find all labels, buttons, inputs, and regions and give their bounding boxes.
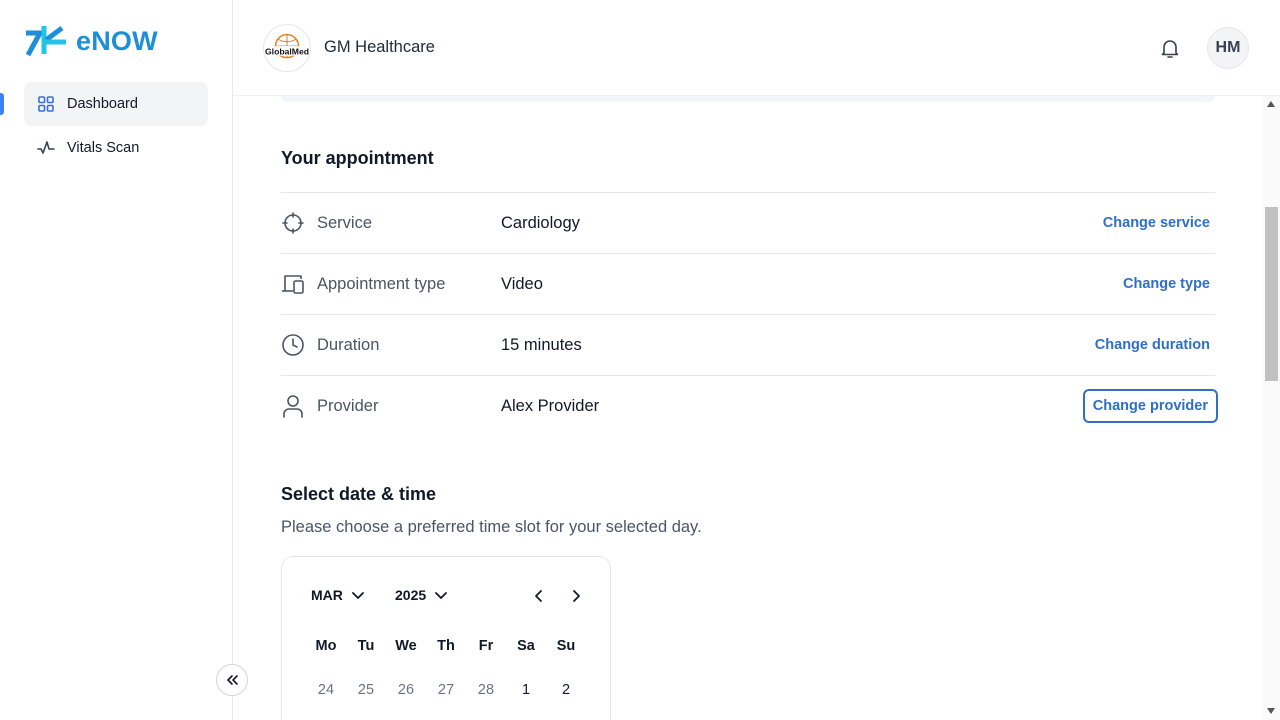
calendar-day[interactable]: 27 [426, 682, 466, 698]
weekday-header: We [395, 638, 417, 654]
sidebar-nav: Dashboard Vitals Scan [24, 82, 208, 170]
month-value: MAR [311, 587, 343, 603]
appointment-row-provider: Provider Alex Provider Change provider [281, 375, 1218, 436]
appointment-row-service: Service Cardiology Change service [281, 192, 1215, 253]
row-value: 15 minutes [501, 335, 582, 354]
schedule-title: Select date & time [281, 484, 437, 504]
notifications-button[interactable] [1158, 36, 1182, 60]
calendar-day[interactable]: 26 [386, 682, 426, 698]
appointment-row-duration: Duration 15 minutes Change duration [281, 314, 1215, 375]
schedule-subtitle: Please choose a preferred time slot for … [281, 518, 702, 536]
calendar-day[interactable]: 25 [346, 682, 386, 698]
card-edge [281, 96, 1215, 102]
row-label: Duration [317, 335, 380, 354]
pulse-icon [37, 139, 55, 157]
year-select[interactable]: 2025 [395, 587, 448, 603]
change-type-button[interactable]: Change type [1123, 276, 1210, 292]
change-provider-button[interactable]: Change provider [1082, 389, 1218, 423]
sidebar-item-dashboard[interactable]: Dashboard [24, 82, 208, 126]
weekday-header: Sa [517, 638, 535, 654]
calendar-day[interactable]: 1 [506, 682, 546, 698]
next-month-button[interactable] [566, 586, 586, 606]
bell-icon [1161, 40, 1179, 58]
chevron-right-icon [573, 590, 580, 602]
appointment-row-type: Appointment type Video Change type [281, 253, 1215, 314]
org-logo: GlobalMed [263, 24, 311, 72]
svg-text:GlobalMed: GlobalMed [265, 47, 309, 57]
dashboard-grid-icon [37, 95, 55, 113]
main-content: Your appointment Service Cardiology Chan… [233, 96, 1263, 720]
scroll-down-arrow[interactable] [1267, 708, 1275, 714]
calendar-day[interactable]: 2 [546, 682, 586, 698]
crosshair-icon [281, 211, 305, 235]
collapse-sidebar-button[interactable] [216, 664, 248, 696]
change-service-button[interactable]: Change service [1103, 215, 1210, 231]
page-scrollbar[interactable] [1263, 96, 1280, 720]
scroll-thumb[interactable] [1265, 207, 1278, 381]
user-avatar[interactable]: HM [1207, 27, 1249, 69]
calendar-day[interactable]: 28 [466, 682, 506, 698]
devices-icon [281, 272, 305, 296]
row-label: Service [317, 213, 373, 232]
org-name: GM Healthcare [324, 38, 435, 56]
sidebar-item-vitals-scan[interactable]: Vitals Scan [24, 126, 208, 170]
user-icon [281, 394, 305, 418]
sidebar-item-label: Dashboard [67, 96, 138, 112]
brand-name: eNOW [76, 25, 158, 56]
sidebar: eNOW Dashboard Vitals Scan [0, 0, 233, 720]
brand-logo[interactable]: eNOW [24, 24, 158, 58]
month-select[interactable]: MAR [311, 587, 365, 603]
weekday-header: Th [437, 638, 455, 654]
calendar-day[interactable]: 24 [306, 682, 346, 698]
row-value: Alex Provider [501, 396, 600, 415]
top-header: GlobalMed GM Healthcare HM [233, 0, 1280, 96]
sidebar-item-label: Vitals Scan [67, 140, 140, 156]
clock-icon [281, 333, 305, 357]
chevron-down-icon [351, 592, 364, 599]
row-value: Video [501, 274, 543, 293]
scroll-up-arrow[interactable] [1267, 101, 1275, 107]
chevron-down-icon [435, 592, 448, 599]
active-nav-marker [0, 93, 4, 115]
year-value: 2025 [395, 587, 427, 603]
row-value: Cardiology [501, 213, 580, 232]
chevron-left-icon [535, 590, 542, 602]
appointment-details: Service Cardiology Change service Appoin… [281, 192, 1218, 436]
double-chevron-left-icon [227, 675, 238, 685]
appointment-title: Your appointment [281, 148, 434, 168]
weekday-header: Tu [357, 638, 375, 654]
globalmed-logo-icon: GlobalMed [265, 33, 309, 59]
row-label: Appointment type [317, 274, 446, 293]
enow-logo-icon [25, 26, 66, 57]
row-label: Provider [317, 396, 379, 415]
prev-month-button[interactable] [529, 586, 549, 606]
change-duration-button[interactable]: Change duration [1095, 337, 1210, 353]
weekday-header: Mo [315, 638, 337, 654]
weekday-header: Su [556, 638, 576, 654]
weekday-header: Fr [478, 638, 494, 654]
date-picker: MAR 2025 Mo Tu We Th Fr Sa Su 24 25 26 2… [281, 556, 611, 720]
